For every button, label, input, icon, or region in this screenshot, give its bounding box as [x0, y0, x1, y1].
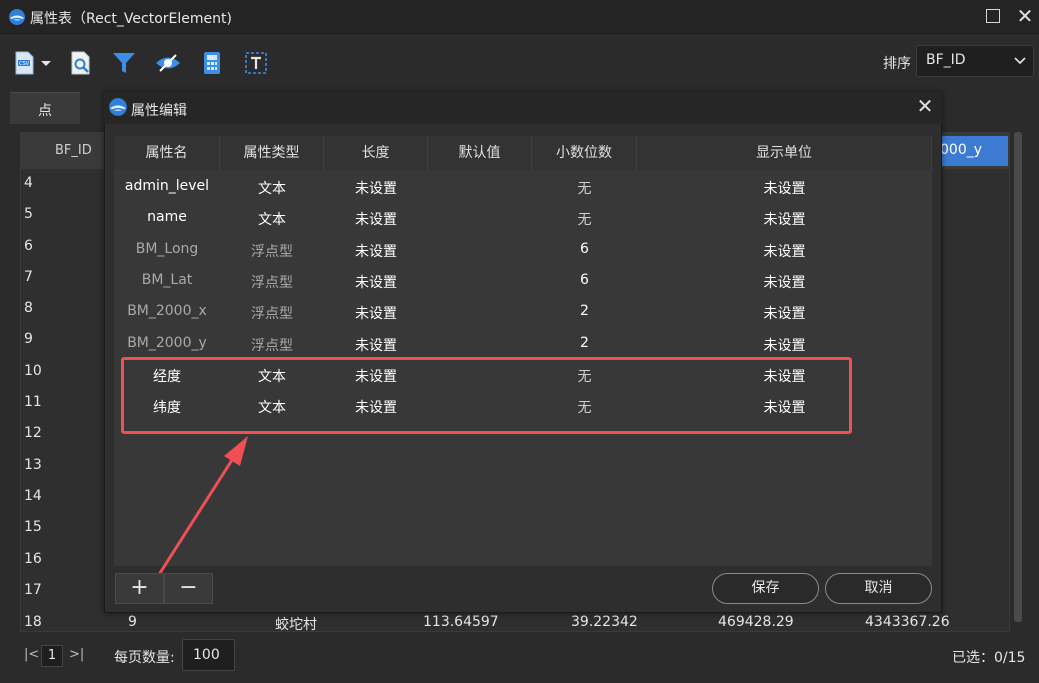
cell-unit[interactable]: 未设置	[637, 178, 932, 198]
row-number: 10	[24, 363, 42, 379]
row-number: 15	[24, 519, 42, 535]
cell-attr-type[interactable]: 浮点型	[220, 241, 324, 261]
sort-select[interactable]: BF_ID	[916, 45, 1034, 77]
search-document-icon[interactable]	[68, 50, 94, 76]
row-number: 14	[24, 488, 42, 504]
cell-length[interactable]: 未设置	[324, 209, 428, 229]
header-attr-type[interactable]: 属性类型	[220, 136, 324, 170]
sort-label: 排序	[883, 56, 911, 72]
row-number: 13	[24, 457, 42, 473]
cell-attr-type[interactable]: 浮点型	[220, 303, 324, 323]
tab-point-label: 点	[38, 103, 52, 119]
grid-cell: 469428.29	[718, 614, 794, 630]
cell-attr-type[interactable]: 浮点型	[220, 335, 324, 355]
remove-attribute-button[interactable]: −	[164, 573, 213, 604]
row-number: 9	[24, 331, 33, 347]
cell-attr-name[interactable]: admin_level	[114, 178, 220, 194]
text-box-icon[interactable]	[243, 50, 269, 76]
add-attribute-button[interactable]: +	[115, 573, 164, 604]
cell-length[interactable]: 未设置	[324, 272, 428, 292]
filter-icon[interactable]	[111, 50, 137, 76]
cell-length[interactable]: 未设置	[324, 178, 428, 198]
dialog-title-bar	[104, 92, 942, 124]
cell-attr-name[interactable]: BM_2000_y	[114, 335, 220, 351]
cell-length[interactable]: 未设置	[324, 241, 428, 261]
cell-attr-name[interactable]: name	[114, 209, 220, 225]
chevron-down-icon	[1014, 57, 1026, 65]
highlight-box	[121, 357, 852, 434]
row-number: 4	[24, 175, 33, 191]
selected-count: 已选：0/15	[952, 650, 1026, 666]
cell-decimals[interactable]: 无	[532, 209, 637, 229]
app-logo-icon	[9, 9, 25, 25]
row-number: 17	[24, 582, 42, 598]
per-page-input[interactable]: 100	[182, 639, 235, 671]
cell-unit[interactable]: 未设置	[637, 241, 932, 261]
visibility-icon[interactable]	[155, 50, 181, 76]
close-window-button[interactable]: ✕	[1014, 5, 1036, 27]
tab-point[interactable]: 点	[10, 92, 80, 124]
export-icon[interactable]: CSV	[12, 50, 38, 76]
per-page-value: 100	[193, 647, 220, 663]
per-page-label: 每页数量:	[114, 650, 175, 666]
header-length[interactable]: 长度	[324, 136, 428, 170]
svg-text:CSV: CSV	[19, 61, 30, 67]
cell-attr-type[interactable]: 文本	[220, 209, 324, 229]
calculator-icon[interactable]	[199, 50, 225, 76]
cell-attr-type[interactable]: 浮点型	[220, 272, 324, 292]
maximize-button[interactable]	[986, 9, 1000, 23]
cell-length[interactable]: 未设置	[324, 335, 428, 355]
first-page-button[interactable]: |<	[24, 647, 39, 662]
grid-header-selected[interactable]: 000_y	[938, 136, 1008, 166]
header-default[interactable]: 默认值	[428, 136, 532, 170]
cell-unit[interactable]: 未设置	[637, 272, 932, 292]
header-unit[interactable]: 显示单位	[637, 136, 932, 170]
cancel-button[interactable]: 取消	[825, 573, 932, 604]
last-page-button[interactable]: >|	[69, 647, 84, 662]
page-number[interactable]: 1	[41, 645, 63, 667]
dialog-title: 属性编辑	[131, 103, 187, 119]
row-number: 16	[24, 551, 42, 567]
row-number: 11	[24, 394, 42, 410]
cell-unit[interactable]: 未设置	[637, 303, 932, 323]
grid-cell: 4343367.26	[865, 614, 950, 630]
cell-attr-name[interactable]: BM_Lat	[114, 272, 220, 288]
header-attr-name[interactable]: 属性名	[114, 136, 220, 170]
dropdown-arrow-icon[interactable]	[38, 50, 54, 76]
cell-unit[interactable]: 未设置	[637, 209, 932, 229]
save-button[interactable]: 保存	[712, 573, 819, 604]
cell-unit[interactable]: 未设置	[637, 335, 932, 355]
app-logo-icon	[109, 98, 127, 116]
cell-decimals[interactable]: 2	[532, 335, 637, 351]
cell-decimals[interactable]: 6	[532, 241, 637, 257]
close-dialog-button[interactable]: ✕	[914, 95, 936, 117]
grid-cell: 39.22342	[571, 614, 638, 630]
cell-decimals[interactable]: 无	[532, 178, 637, 198]
cell-attr-name[interactable]: BM_Long	[114, 241, 220, 257]
row-number: 8	[24, 300, 33, 316]
row-number: 12	[24, 425, 42, 441]
grid-cell: 蛟坨村	[275, 617, 317, 633]
header-decimals[interactable]: 小数位数	[532, 136, 637, 170]
scrollbar-thumb[interactable]	[1014, 132, 1022, 622]
cell-attr-type[interactable]: 文本	[220, 178, 324, 198]
cell-decimals[interactable]: 2	[532, 303, 637, 319]
cell-decimals[interactable]: 6	[532, 272, 637, 288]
row-number: 6	[24, 238, 33, 254]
row-number: 5	[24, 206, 33, 222]
grid-header-bf-id[interactable]: BF_ID	[55, 143, 92, 158]
cell-attr-name[interactable]: BM_2000_x	[114, 303, 220, 319]
cell-length[interactable]: 未设置	[324, 303, 428, 323]
row-number: 18	[24, 614, 42, 630]
grid-cell: 9	[128, 614, 137, 630]
grid-header-selected-label: 000_y	[940, 142, 983, 158]
row-number: 7	[24, 269, 33, 285]
grid-cell: 113.64597	[423, 614, 499, 630]
sort-select-value: BF_ID	[926, 52, 966, 68]
window-title: 属性表（Rect_VectorElement)	[30, 11, 232, 27]
